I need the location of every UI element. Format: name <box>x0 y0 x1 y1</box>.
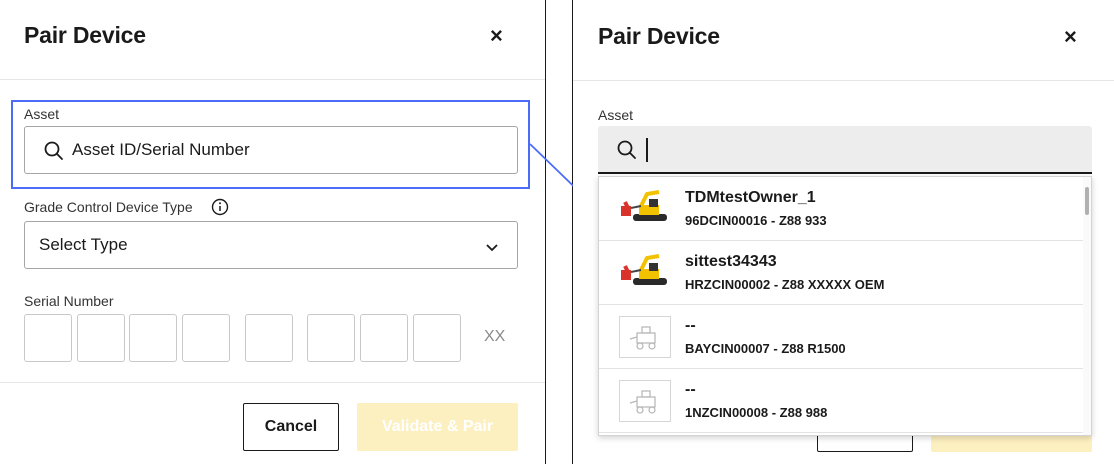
result-name: -- <box>685 381 696 398</box>
asset-search-input[interactable] <box>598 126 1092 174</box>
device-type-value: Select Type <box>39 235 128 254</box>
header-divider <box>573 80 1114 81</box>
result-serial: BAYCIN00007 - Z88 R1500 <box>685 341 846 356</box>
cancel-button[interactable]: Cancel <box>243 403 339 451</box>
asset-label: Asset <box>598 107 634 123</box>
close-icon[interactable]: × <box>490 25 503 47</box>
placeholder-machine-icon <box>619 316 671 358</box>
dialog-title: Pair Device <box>598 23 720 49</box>
scrollbar[interactable] <box>1083 177 1091 435</box>
serial-digit-3[interactable] <box>129 314 177 362</box>
pair-device-dialog-right: Pair Device × Asset TDMtestOwner_1 96DCI… <box>573 0 1114 464</box>
list-item[interactable]: -- 1NZCIN00008 - Z88 988 <box>599 369 1084 433</box>
serial-digit-8[interactable] <box>413 314 461 362</box>
scrollbar-thumb[interactable] <box>1085 187 1089 215</box>
result-name: sittest34343 <box>685 253 777 270</box>
result-serial: 96DCIN00016 - Z88 933 <box>685 213 827 228</box>
excavator-image <box>619 188 671 230</box>
serial-number-label: Serial Number <box>24 293 114 309</box>
device-type-label: Grade Control Device Type <box>24 199 193 215</box>
footer-divider <box>0 382 545 383</box>
serial-digit-4[interactable] <box>182 314 230 362</box>
dialog-title: Pair Device <box>24 22 146 48</box>
pair-device-dialog-left: Pair Device × Asset Asset ID/Serial Numb… <box>0 0 545 464</box>
device-type-select[interactable]: Select Type <box>24 221 518 269</box>
result-serial: 1NZCIN00008 - Z88 988 <box>685 405 828 420</box>
serial-digit-6[interactable] <box>307 314 355 362</box>
highlight-box <box>11 100 530 189</box>
serial-digit-7[interactable] <box>360 314 408 362</box>
list-item[interactable]: -- BAYCIN00007 - Z88 R1500 <box>599 305 1084 369</box>
serial-suffix: XX <box>484 328 506 345</box>
search-icon <box>616 139 638 166</box>
result-serial: HRZCIN00002 - Z88 XXXXX OEM <box>685 277 885 292</box>
header-divider <box>0 79 545 80</box>
list-item[interactable]: sittest34343 HRZCIN00002 - Z88 XXXXX OEM <box>599 241 1084 305</box>
chevron-down-icon <box>485 240 499 258</box>
validate-pair-button[interactable]: Validate & Pair <box>357 403 518 451</box>
list-item[interactable]: TDMtestOwner_1 96DCIN00016 - Z88 933 <box>599 177 1084 241</box>
close-icon[interactable]: × <box>1064 26 1077 48</box>
text-cursor <box>646 138 648 162</box>
panel-divider-left <box>545 0 546 464</box>
result-name: -- <box>685 317 696 334</box>
placeholder-machine-icon <box>619 380 671 422</box>
serial-digit-1[interactable] <box>24 314 72 362</box>
result-name: TDMtestOwner_1 <box>685 189 816 206</box>
excavator-image <box>619 252 671 294</box>
serial-digit-2[interactable] <box>77 314 125 362</box>
info-icon[interactable] <box>211 198 229 221</box>
asset-results-dropdown[interactable]: TDMtestOwner_1 96DCIN00016 - Z88 933 sit… <box>598 176 1092 436</box>
serial-digit-5[interactable] <box>245 314 293 362</box>
